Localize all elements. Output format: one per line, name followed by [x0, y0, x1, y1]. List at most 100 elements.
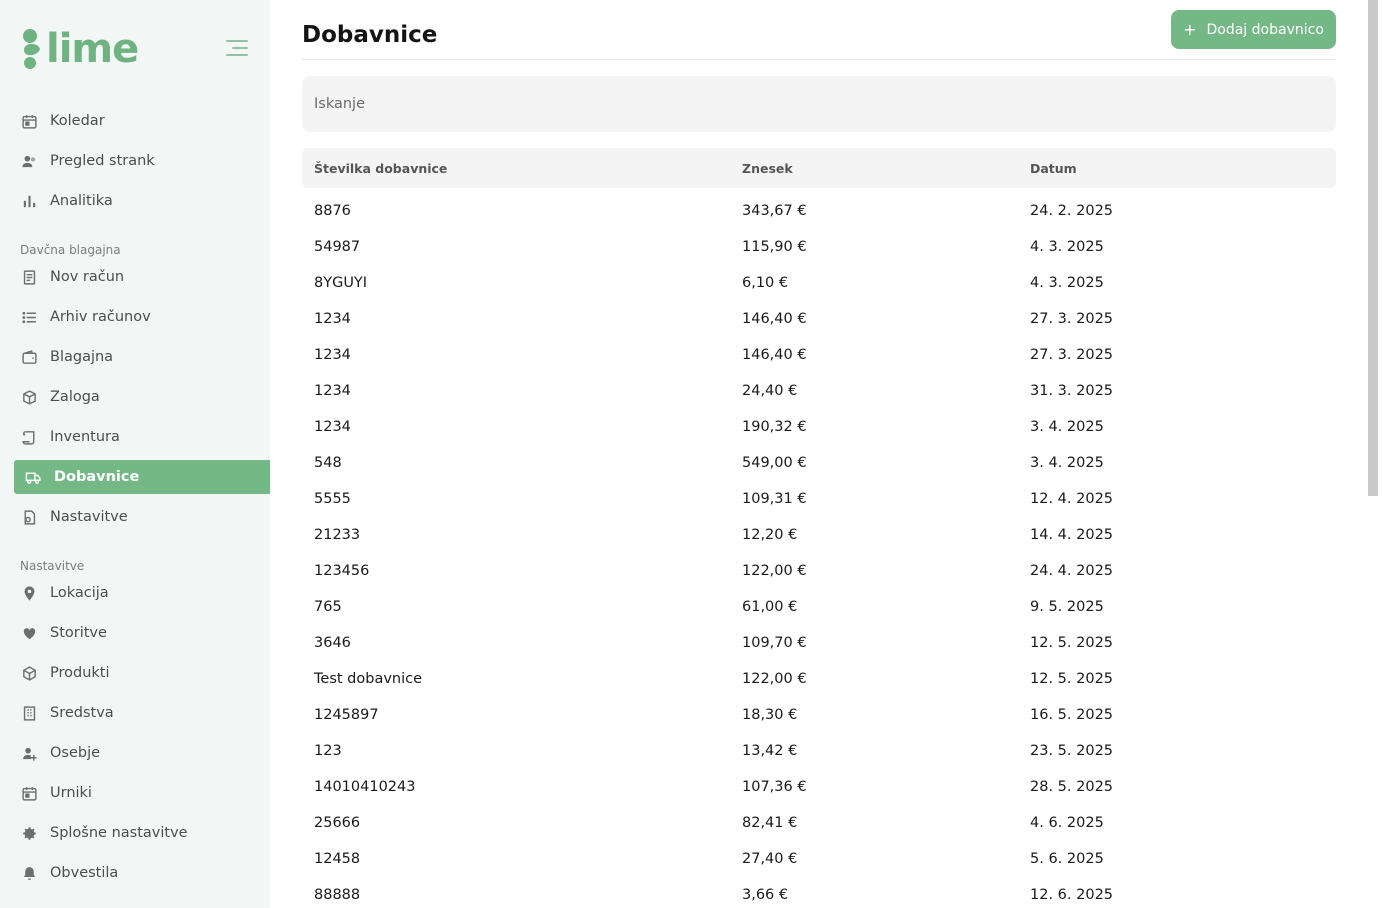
cell-number: 21233	[314, 527, 361, 543]
sidebar-item-label: Lokacija	[50, 585, 109, 601]
cell-amount: 343,67 €	[742, 203, 807, 219]
cell-number: 14010410243	[314, 779, 416, 795]
user-plus-icon	[20, 744, 38, 762]
cell-number: 3646	[314, 635, 351, 651]
sidebar-item-nastavitve[interactable]: Nastavitve	[14, 500, 270, 534]
building-icon	[20, 704, 38, 722]
cell-amount: 13,42 €	[742, 743, 798, 759]
sidebar-item-label: Inventura	[50, 429, 120, 445]
sidebar-item-arhiv-racunov[interactable]: Arhiv računov	[14, 300, 270, 334]
cell-amount: 109,31 €	[742, 491, 807, 507]
sidebar-item-osebje[interactable]: Osebje	[14, 736, 270, 770]
cell-date: 4. 3. 2025	[1030, 239, 1104, 255]
add-delivery-note-button[interactable]: + Dodaj dobavnico	[1171, 10, 1336, 49]
cell-date: 28. 5. 2025	[1030, 779, 1114, 795]
cell-date: 24. 4. 2025	[1030, 563, 1114, 579]
boxes-icon	[20, 388, 38, 406]
column-header-date[interactable]: Datum	[1030, 161, 1077, 176]
cell-amount: 115,90 €	[742, 239, 807, 255]
menu-toggle-icon[interactable]	[226, 40, 248, 60]
cell-number: 12458	[314, 851, 361, 867]
cell-date: 4. 3. 2025	[1030, 275, 1104, 291]
cell-number: 765	[314, 599, 342, 615]
search-input[interactable]	[302, 76, 1336, 132]
table-row[interactable]: 3646 109,70 € 12. 5. 2025	[302, 625, 1336, 661]
column-header-number[interactable]: Številka dobavnice	[314, 161, 447, 176]
sidebar-item-lokacija[interactable]: Lokacija	[14, 576, 270, 610]
table-row[interactable]: 54987 115,90 € 4. 3. 2025	[302, 229, 1336, 265]
table-row[interactable]: 25666 82,41 € 4. 6. 2025	[302, 805, 1336, 841]
scroll-icon	[20, 428, 38, 446]
table-row[interactable]: 1234 146,40 € 27. 3. 2025	[302, 301, 1336, 337]
cell-number: 1245897	[314, 707, 379, 723]
table-row[interactable]: 765 61,00 € 9. 5. 2025	[302, 589, 1336, 625]
logo-text: lime	[46, 26, 139, 72]
section-label-register: Davčna blagajna	[20, 243, 121, 257]
cell-amount: 27,40 €	[742, 851, 798, 867]
cell-date: 27. 3. 2025	[1030, 347, 1114, 363]
sidebar-item-blagajna[interactable]: Blagajna	[14, 340, 270, 374]
table-row[interactable]: 14010410243 107,36 € 28. 5. 2025	[302, 769, 1336, 805]
table-body: 8876 343,67 € 24. 2. 2025 54987 115,90 € 4. 3…	[302, 193, 1336, 908]
table-row[interactable]: 1234 146,40 € 27. 3. 2025	[302, 337, 1336, 373]
table-row[interactable]: 12458 27,40 € 5. 6. 2025	[302, 841, 1336, 877]
sidebar-item-inventura[interactable]: Inventura	[14, 420, 270, 454]
sidebar-item-storitve[interactable]: Storitve	[14, 616, 270, 650]
cell-number: 54987	[314, 239, 361, 255]
table-row[interactable]: 88888 3,66 € 12. 6. 2025	[302, 877, 1336, 908]
users-icon	[20, 152, 38, 170]
sidebar-item-splosne-nastavitve[interactable]: Splošne nastavitve	[14, 816, 270, 850]
table-row[interactable]: 1234 190,32 € 3. 4. 2025	[302, 409, 1336, 445]
cell-date: 16. 5. 2025	[1030, 707, 1114, 723]
sidebar-item-urniki[interactable]: Urniki	[14, 776, 270, 810]
table-row[interactable]: Test dobavnice 122,00 € 12. 5. 2025	[302, 661, 1336, 697]
sidebar-item-analitika[interactable]: Analitika	[14, 184, 270, 218]
cell-amount: 122,00 €	[742, 563, 807, 579]
cell-date: 5. 6. 2025	[1030, 851, 1104, 867]
table-row[interactable]: 21233 12,20 € 14. 4. 2025	[302, 517, 1336, 553]
sidebar-item-produkti[interactable]: Produkti	[14, 656, 270, 690]
column-header-amount[interactable]: Znesek	[742, 161, 793, 176]
cell-number: 88888	[314, 887, 361, 903]
truck-icon	[24, 468, 42, 486]
cell-number: 1234	[314, 347, 351, 363]
sidebar-item-zaloga[interactable]: Zaloga	[14, 380, 270, 414]
table-row[interactable]: 1234 24,40 € 31. 3. 2025	[302, 373, 1336, 409]
table-row[interactable]: 8YGUYI 6,10 € 4. 3. 2025	[302, 265, 1336, 301]
table-row[interactable]: 5555 109,31 € 12. 4. 2025	[302, 481, 1336, 517]
cell-amount: 107,36 €	[742, 779, 807, 795]
cell-amount: 122,00 €	[742, 671, 807, 687]
sidebar-item-dobavnice[interactable]: Dobavnice	[14, 460, 270, 494]
sidebar-item-koledar[interactable]: Koledar	[14, 104, 270, 138]
cell-amount: 18,30 €	[742, 707, 798, 723]
cell-date: 14. 4. 2025	[1030, 527, 1114, 543]
table-row[interactable]: 1245897 18,30 € 16. 5. 2025	[302, 697, 1336, 733]
calendar-icon	[20, 112, 38, 130]
sidebar-item-label: Nastavitve	[50, 509, 128, 525]
cell-date: 3. 4. 2025	[1030, 455, 1104, 471]
map-pin-icon	[20, 584, 38, 602]
cell-date: 9. 5. 2025	[1030, 599, 1104, 615]
add-button-label: Dodaj dobavnico	[1206, 21, 1324, 38]
lime-logo[interactable]: lime	[20, 26, 139, 72]
table-row[interactable]: 123456 122,00 € 24. 4. 2025	[302, 553, 1336, 589]
wallet-icon	[20, 348, 38, 366]
cell-number: 8876	[314, 203, 351, 219]
scrollbar-thumb[interactable]	[1368, 0, 1378, 496]
section-label-settings: Nastavitve	[20, 559, 85, 573]
sidebar-item-label: Nov račun	[50, 269, 125, 285]
sidebar-item-sredstva[interactable]: Sredstva	[14, 696, 270, 730]
table-row[interactable]: 8876 343,67 € 24. 2. 2025	[302, 193, 1336, 229]
sidebar-item-label: Obvestila	[50, 865, 119, 881]
sidebar-item-pregled-strank[interactable]: Pregled strank	[14, 144, 270, 178]
cell-amount: 12,20 €	[742, 527, 798, 543]
table-header: Številka dobavnice Znesek Datum	[302, 148, 1336, 188]
table-row[interactable]: 123 13,42 € 23. 5. 2025	[302, 733, 1336, 769]
sidebar-item-nov-racun[interactable]: Nov račun	[14, 260, 270, 294]
table-row[interactable]: 548 549,00 € 3. 4. 2025	[302, 445, 1336, 481]
cell-date: 12. 5. 2025	[1030, 671, 1114, 687]
sidebar-item-obvestila[interactable]: Obvestila	[14, 856, 270, 890]
sidebar-item-label: Analitika	[50, 193, 113, 209]
sidebar-item-label: Osebje	[50, 745, 101, 761]
cell-date: 12. 5. 2025	[1030, 635, 1114, 651]
